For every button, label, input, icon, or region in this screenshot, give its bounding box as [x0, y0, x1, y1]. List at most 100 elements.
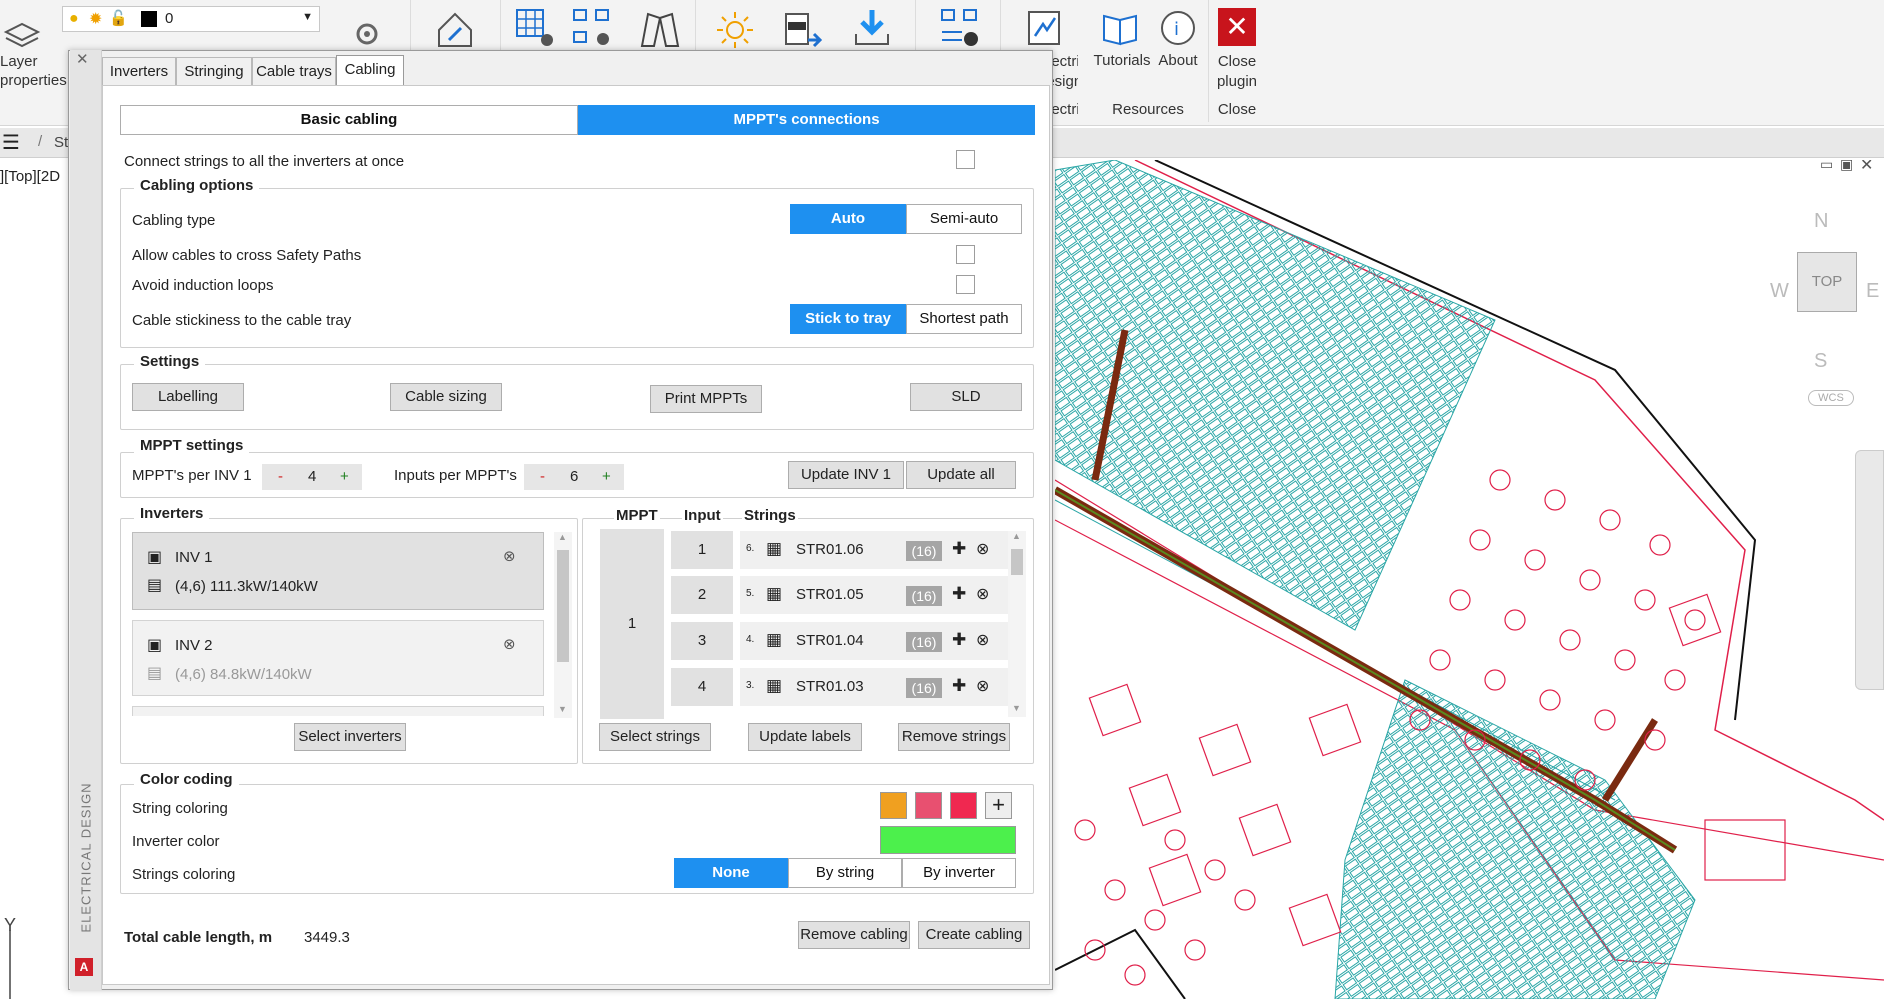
- grid-info-icon[interactable]: [940, 8, 980, 48]
- wcs-menu[interactable]: WCS: [1808, 390, 1854, 406]
- decrement-icon[interactable]: -: [278, 468, 283, 485]
- input-cell[interactable]: 4: [671, 668, 733, 706]
- cable-sizing-button[interactable]: Cable sizing: [390, 383, 502, 411]
- tab-cable-trays[interactable]: Cable trays: [252, 57, 336, 86]
- input-cell[interactable]: 2: [671, 576, 733, 614]
- viewcube[interactable]: N W E S TOP WCS: [1770, 210, 1880, 430]
- remove-inverter-icon[interactable]: ⊗: [503, 635, 516, 653]
- inverter-item[interactable]: ▣ INV 2 ⊗ ▤ (4,6) 84.8kW/140kW: [132, 620, 544, 696]
- layer-properties-icon[interactable]: [2, 12, 42, 52]
- stick-to-tray-toggle[interactable]: Stick to tray: [790, 304, 906, 334]
- cabling-semi-auto-toggle[interactable]: Semi-auto: [906, 204, 1022, 234]
- panels-icon[interactable]: [640, 10, 680, 50]
- viewcube-top[interactable]: TOP: [1797, 252, 1857, 312]
- layer-properties-label[interactable]: Layer properties: [0, 52, 67, 90]
- list-item[interactable]: [132, 706, 544, 716]
- close-icon[interactable]: ✕: [1860, 160, 1873, 175]
- remove-string-icon[interactable]: ⊗: [976, 630, 989, 650]
- pvc-export-icon[interactable]: [782, 10, 822, 50]
- update-all-button[interactable]: Update all: [906, 461, 1016, 489]
- table-row[interactable]: 6. ▦ STR01.06 (16) ✚ ⊗: [740, 531, 1012, 569]
- electrical-design-icon[interactable]: [1025, 8, 1065, 48]
- minimize-icon[interactable]: ▭: [1820, 160, 1833, 173]
- update-inv-button[interactable]: Update INV 1: [788, 461, 904, 489]
- mppt-connections-toggle[interactable]: MPPT's connections: [578, 105, 1035, 135]
- compass-w[interactable]: W: [1770, 280, 1789, 303]
- table-row[interactable]: 5. ▦ STR01.05 (16) ✚ ⊗: [740, 576, 1012, 614]
- tutorials-label[interactable]: Tutorials: [1090, 52, 1154, 69]
- tab-cabling[interactable]: Cabling: [336, 55, 404, 85]
- breadcrumb-item[interactable]: St: [54, 134, 68, 151]
- add-string-icon[interactable]: ✚: [952, 584, 966, 604]
- inverter-color-swatch[interactable]: [880, 826, 1016, 854]
- chevron-down-icon[interactable]: ▼: [302, 11, 313, 23]
- increment-icon[interactable]: +: [602, 468, 611, 485]
- about-label[interactable]: About: [1155, 52, 1201, 69]
- remove-strings-button[interactable]: Remove strings: [898, 723, 1010, 751]
- cabling-auto-toggle[interactable]: Auto: [790, 204, 906, 234]
- coloring-by-string-toggle[interactable]: By string: [788, 858, 902, 888]
- panel-close-icon[interactable]: ✕: [76, 50, 89, 68]
- book-icon[interactable]: [1100, 8, 1140, 48]
- strings-scrollbar[interactable]: ▲ ▼: [1008, 531, 1026, 717]
- coloring-by-inverter-toggle[interactable]: By inverter: [902, 858, 1016, 888]
- grid-settings-icon[interactable]: [515, 8, 555, 48]
- remove-string-icon[interactable]: ⊗: [976, 539, 989, 559]
- remove-string-icon[interactable]: ⊗: [976, 584, 989, 604]
- scroll-down-icon[interactable]: ▼: [1012, 703, 1021, 713]
- inverter-item[interactable]: ▣ INV 1 ⊗ ▤ (4,6) 111.3kW/140kW: [132, 532, 544, 610]
- table-row[interactable]: 4. ▦ STR01.04 (16) ✚ ⊗: [740, 622, 1012, 660]
- update-labels-button[interactable]: Update labels: [748, 723, 862, 751]
- close-plugin-label[interactable]: Close plugin: [1210, 52, 1264, 92]
- decrement-icon[interactable]: -: [540, 468, 545, 485]
- select-inverters-button[interactable]: Select inverters: [294, 723, 406, 751]
- add-string-icon[interactable]: ✚: [952, 676, 966, 696]
- compass-s[interactable]: S: [1814, 350, 1827, 373]
- tab-inverters[interactable]: Inverters: [102, 57, 176, 86]
- viewport-label[interactable]: ][Top][2D: [0, 168, 60, 185]
- scroll-thumb[interactable]: [557, 550, 569, 662]
- cross-safety-checkbox[interactable]: [956, 245, 975, 264]
- nav-bar[interactable]: [1855, 450, 1884, 690]
- remove-string-icon[interactable]: ⊗: [976, 676, 989, 696]
- string-color-swatch[interactable]: [950, 792, 977, 819]
- scroll-up-icon[interactable]: ▲: [1012, 531, 1021, 541]
- avoid-loops-checkbox[interactable]: [956, 275, 975, 294]
- hamburger-icon[interactable]: ☰: [2, 130, 20, 155]
- add-string-icon[interactable]: ✚: [952, 539, 966, 559]
- tab-stringing[interactable]: Stringing: [176, 57, 252, 86]
- about-info-icon[interactable]: i: [1158, 8, 1198, 48]
- scroll-up-icon[interactable]: ▲: [558, 532, 567, 542]
- remove-inverter-icon[interactable]: ⊗: [503, 547, 516, 565]
- inputs-value[interactable]: 6: [570, 468, 578, 485]
- compass-e[interactable]: E: [1866, 280, 1879, 303]
- input-cell[interactable]: 3: [671, 622, 733, 660]
- sld-button[interactable]: SLD: [910, 383, 1022, 411]
- inputs-stepper[interactable]: - 6 +: [524, 464, 624, 490]
- connect-all-checkbox[interactable]: [956, 150, 975, 169]
- mppts-value[interactable]: 4: [308, 468, 316, 485]
- increment-icon[interactable]: +: [340, 468, 349, 485]
- table-row[interactable]: 3. ▦ STR01.03 (16) ✚ ⊗: [740, 668, 1012, 706]
- labelling-button[interactable]: Labelling: [132, 383, 244, 411]
- drawing-canvas[interactable]: ▭ ▣ ✕ N W E S TOP WCS: [1055, 160, 1884, 999]
- inverters-scrollbar[interactable]: ▲ ▼: [554, 532, 572, 718]
- string-color-swatch[interactable]: [880, 792, 907, 819]
- print-mppts-button[interactable]: Print MPPTs: [650, 385, 762, 413]
- restore-icon[interactable]: ▣: [1840, 160, 1853, 173]
- sun-analysis-icon[interactable]: [715, 10, 755, 50]
- house-edit-icon[interactable]: [435, 10, 475, 50]
- remove-cabling-button[interactable]: Remove cabling: [798, 921, 910, 949]
- add-string-icon[interactable]: ✚: [952, 630, 966, 650]
- mppts-stepper[interactable]: - 4 +: [262, 464, 362, 490]
- layer-combo[interactable]: ● ✹ 🔓 0 ▼: [62, 6, 320, 32]
- select-strings-button[interactable]: Select strings: [599, 723, 711, 751]
- basic-cabling-toggle[interactable]: Basic cabling: [120, 105, 578, 135]
- shortest-path-toggle[interactable]: Shortest path: [906, 304, 1022, 334]
- download-icon[interactable]: [852, 8, 892, 48]
- scroll-down-icon[interactable]: ▼: [558, 704, 567, 714]
- input-cell[interactable]: 1: [671, 531, 733, 569]
- coloring-none-toggle[interactable]: None: [674, 858, 788, 888]
- add-color-button[interactable]: +: [985, 792, 1012, 819]
- scroll-thumb[interactable]: [1011, 549, 1023, 575]
